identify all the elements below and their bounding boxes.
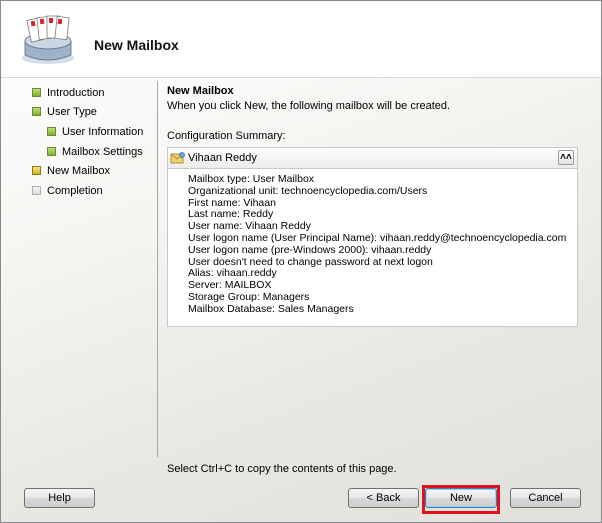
summary-header[interactable]: Vihaan Reddy ˄˄	[168, 148, 577, 169]
wizard-title: New Mailbox	[94, 37, 179, 53]
back-button[interactable]: < Back	[348, 488, 419, 508]
content-title: New Mailbox	[167, 85, 234, 97]
step-current-icon	[32, 166, 41, 175]
summary-line: User logon name (pre-Windows 2000): viha…	[188, 243, 432, 256]
wizard-window: New Mailbox Introduction User Type User …	[0, 0, 602, 523]
user-mailbox-icon	[170, 152, 185, 164]
nav-step-label: User Information	[62, 126, 144, 138]
summary-line: Organizational unit: technoencyclopedia.…	[188, 184, 428, 197]
mailbox-wizard-icon	[22, 15, 74, 64]
summary-line: User logon name (User Principal Name): v…	[188, 231, 567, 244]
summary-line: Mailbox Database: Sales Managers	[188, 302, 354, 315]
summary-mailbox-name: Vihaan Reddy	[188, 152, 257, 164]
step-done-icon	[32, 88, 41, 97]
nav-step-label: New Mailbox	[47, 165, 110, 177]
summary-line: Storage Group: Managers	[188, 290, 310, 303]
summary-details: Mailbox type: User Mailbox Organizationa…	[188, 173, 567, 316]
step-pending-icon	[32, 186, 41, 195]
step-done-icon	[47, 147, 56, 156]
cancel-button[interactable]: Cancel	[510, 488, 581, 508]
nav-step-label: User Type	[47, 106, 97, 118]
nav-step-label: Introduction	[47, 87, 105, 99]
help-button[interactable]: Help	[24, 488, 95, 508]
wizard-header: New Mailbox	[1, 1, 601, 78]
configuration-summary-label: Configuration Summary:	[167, 130, 286, 142]
nav-divider	[157, 81, 158, 457]
collapse-summary-button[interactable]: ˄˄	[558, 150, 574, 165]
copy-hint: Select Ctrl+C to copy the contents of th…	[167, 463, 397, 475]
step-done-icon	[47, 127, 56, 136]
nav-step-label: Completion	[47, 185, 103, 197]
new-button-highlight	[422, 485, 500, 514]
step-done-icon	[32, 107, 41, 116]
content-description: When you click New, the following mailbo…	[167, 100, 451, 112]
configuration-summary-panel[interactable]: Vihaan Reddy ˄˄ Mailbox type: User Mailb…	[167, 147, 578, 327]
nav-step-label: Mailbox Settings	[62, 146, 143, 158]
